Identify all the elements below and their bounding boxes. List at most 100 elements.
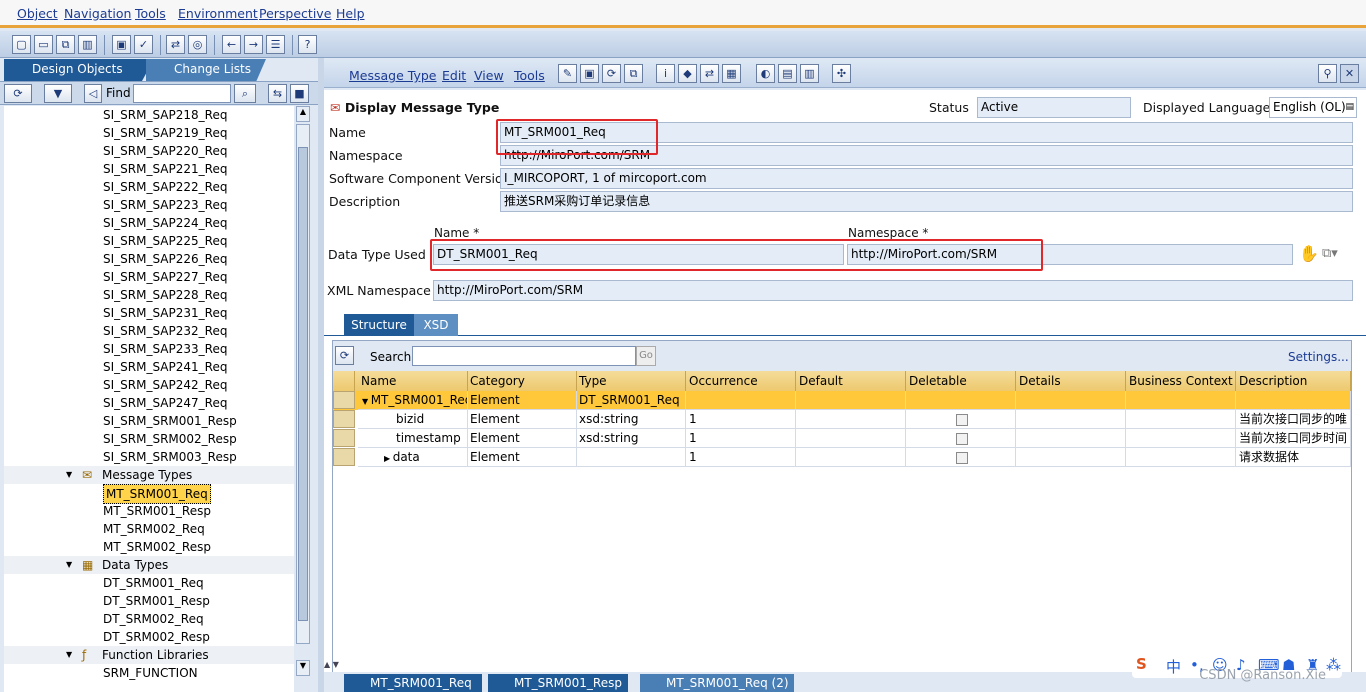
delete-icon[interactable]: ▥: [78, 35, 97, 54]
table-row[interactable]: ▶ data Element 1 请求数据体: [333, 448, 1351, 467]
open-icon[interactable]: ▭: [34, 35, 53, 54]
table-cell[interactable]: [576, 448, 686, 467]
table-cell[interactable]: 当前次接口同步的唯: [1236, 410, 1351, 429]
table-cell[interactable]: bizid: [358, 410, 468, 429]
hand-icon[interactable]: ✋: [1299, 244, 1319, 263]
ime-mode[interactable]: 中: [1166, 656, 1181, 677]
column-header[interactable]: Name: [358, 371, 468, 391]
search-input[interactable]: [412, 346, 636, 366]
table-cell[interactable]: 1: [686, 429, 796, 448]
settings-link[interactable]: Settings...: [1288, 350, 1349, 364]
tree-item[interactable]: SI_SRM_SAP233_Req: [4, 340, 294, 358]
grid-refresh-icon[interactable]: ⟳: [335, 346, 354, 365]
deletable-checkbox[interactable]: [956, 432, 968, 445]
menu-view[interactable]: View: [474, 68, 504, 83]
table-row[interactable]: timestamp Element xsd:string 1 当前次接口同步时间: [333, 429, 1351, 448]
editor-refresh-icon[interactable]: ⟳: [602, 64, 621, 83]
tree-item[interactable]: SI_SRM_SAP232_Req: [4, 322, 294, 340]
menu-environment[interactable]: Environment: [178, 6, 258, 21]
tree-item[interactable]: SI_SRM_SAP225_Req: [4, 232, 294, 250]
editor-tab-mt-srm001-req-2[interactable]: MT_SRM001_Req (2): [640, 674, 794, 692]
menu-perspective[interactable]: Perspective: [259, 6, 331, 21]
back-icon[interactable]: ←: [222, 35, 241, 54]
table-cell[interactable]: xsd:string: [576, 410, 686, 429]
copy-gray-icon[interactable]: ⧉▾: [1322, 246, 1338, 261]
copy-icon[interactable]: ⧉: [56, 35, 75, 54]
info-icon[interactable]: i: [656, 64, 675, 83]
expand-icon[interactable]: ▶: [384, 454, 393, 463]
pin-icon[interactable]: ⚲: [1318, 64, 1337, 83]
table-cell[interactable]: [1016, 391, 1126, 410]
find-input[interactable]: [133, 84, 231, 103]
tree-item[interactable]: SI_SRM_SAP247_Req: [4, 394, 294, 412]
column-header[interactable]: Description: [1236, 371, 1351, 391]
check-icon[interactable]: ✓: [134, 35, 153, 54]
menu-object[interactable]: Object: [17, 6, 58, 21]
menu-tools[interactable]: Tools: [135, 6, 166, 21]
tree-item[interactable]: SI_SRM_SAP231_Req: [4, 304, 294, 322]
tab-structure[interactable]: Structure: [344, 314, 414, 336]
tree-item[interactable]: SI_SRM_SAP220_Req: [4, 142, 294, 160]
nav-arrows-icon[interactable]: ▲ ▼: [324, 660, 364, 670]
menu-message-type[interactable]: Message Type: [349, 68, 436, 83]
table-cell[interactable]: xsd:string: [576, 429, 686, 448]
tree-item[interactable]: MT_SRM002_Req: [4, 520, 294, 538]
doc-icon[interactable]: ▤: [778, 64, 797, 83]
table-cell[interactable]: [796, 410, 906, 429]
table-cell[interactable]: [1236, 391, 1351, 410]
column-header[interactable]: Business Context: [1126, 371, 1236, 391]
tree-item[interactable]: SI_SRM_SAP242_Req: [4, 376, 294, 394]
binoculars-icon[interactable]: ⌕: [234, 84, 256, 103]
tree-item[interactable]: SI_SRM_SAP222_Req: [4, 178, 294, 196]
tree-item[interactable]: SI_SRM_SAP219_Req: [4, 124, 294, 142]
table-cell[interactable]: Element: [467, 410, 577, 429]
find-back-icon[interactable]: ◁: [84, 84, 102, 103]
column-header[interactable]: Deletable: [906, 371, 1016, 391]
tree-item[interactable]: SI_SRM_SRM001_Resp: [4, 412, 294, 430]
tree-scrollbar[interactable]: [296, 124, 310, 644]
tab-change-lists[interactable]: Change Lists: [146, 59, 266, 81]
editor-save-icon[interactable]: ▣: [580, 64, 599, 83]
table-cell[interactable]: 当前次接口同步时间: [1236, 429, 1351, 448]
expand-icon[interactable]: ▼: [66, 646, 72, 664]
tree-group[interactable]: ▼ ƒ Function Libraries: [4, 646, 294, 664]
tree-item[interactable]: DT_SRM001_Resp: [4, 592, 294, 610]
tree-item[interactable]: SI_SRM_SAP228_Req: [4, 286, 294, 304]
eraser-icon[interactable]: ◆: [678, 64, 697, 83]
editor-copy-icon[interactable]: ⧉: [624, 64, 643, 83]
help-icon[interactable]: ?: [298, 35, 317, 54]
scroll-down-icon[interactable]: ▼: [296, 660, 310, 676]
column-header[interactable]: Occurrence: [686, 371, 796, 391]
row-selector[interactable]: [333, 410, 355, 428]
column-header[interactable]: Type: [576, 371, 686, 391]
table-cell[interactable]: [796, 391, 906, 410]
language-select[interactable]: English (OL) ▤: [1269, 97, 1357, 118]
filter-icon[interactable]: ▼: [44, 84, 72, 103]
tree-item[interactable]: MT_SRM001_Req: [4, 484, 294, 504]
tree-item[interactable]: SI_SRM_SAP221_Req: [4, 160, 294, 178]
tree-item[interactable]: SI_SRM_SAP218_Req: [4, 106, 294, 124]
table-cell[interactable]: [906, 448, 1016, 467]
menu-editor-tools[interactable]: Tools: [514, 68, 545, 83]
expand-icon[interactable]: ▼: [66, 556, 72, 574]
print-icon[interactable]: ▥: [800, 64, 819, 83]
transport-icon[interactable]: ⇄: [166, 35, 185, 54]
table-cell[interactable]: [1126, 429, 1236, 448]
table-cell[interactable]: 1: [686, 410, 796, 429]
table-row[interactable]: bizid Element xsd:string 1 当前次接口同步的唯: [333, 410, 1351, 429]
history-icon[interactable]: ◐: [756, 64, 775, 83]
column-header[interactable]: Category: [467, 371, 577, 391]
tree-group[interactable]: ▼ ▦ Data Types: [4, 556, 294, 574]
ime-menu-icon[interactable]: ⁂: [1326, 656, 1341, 674]
deletable-checkbox[interactable]: [956, 413, 968, 426]
deletable-checkbox[interactable]: [956, 451, 968, 464]
edit-pencil-icon[interactable]: ✎: [558, 64, 577, 83]
table-cell[interactable]: [796, 448, 906, 467]
tree-item[interactable]: SI_SRM_SAP224_Req: [4, 214, 294, 232]
refresh-icon[interactable]: ⟳: [4, 84, 32, 103]
tree-item[interactable]: MT_SRM001_Resp: [4, 502, 294, 520]
table-cell[interactable]: [906, 410, 1016, 429]
expand-icon[interactable]: ▼: [66, 466, 72, 484]
table-cell[interactable]: Element: [467, 448, 577, 467]
save-icon[interactable]: ▣: [112, 35, 131, 54]
